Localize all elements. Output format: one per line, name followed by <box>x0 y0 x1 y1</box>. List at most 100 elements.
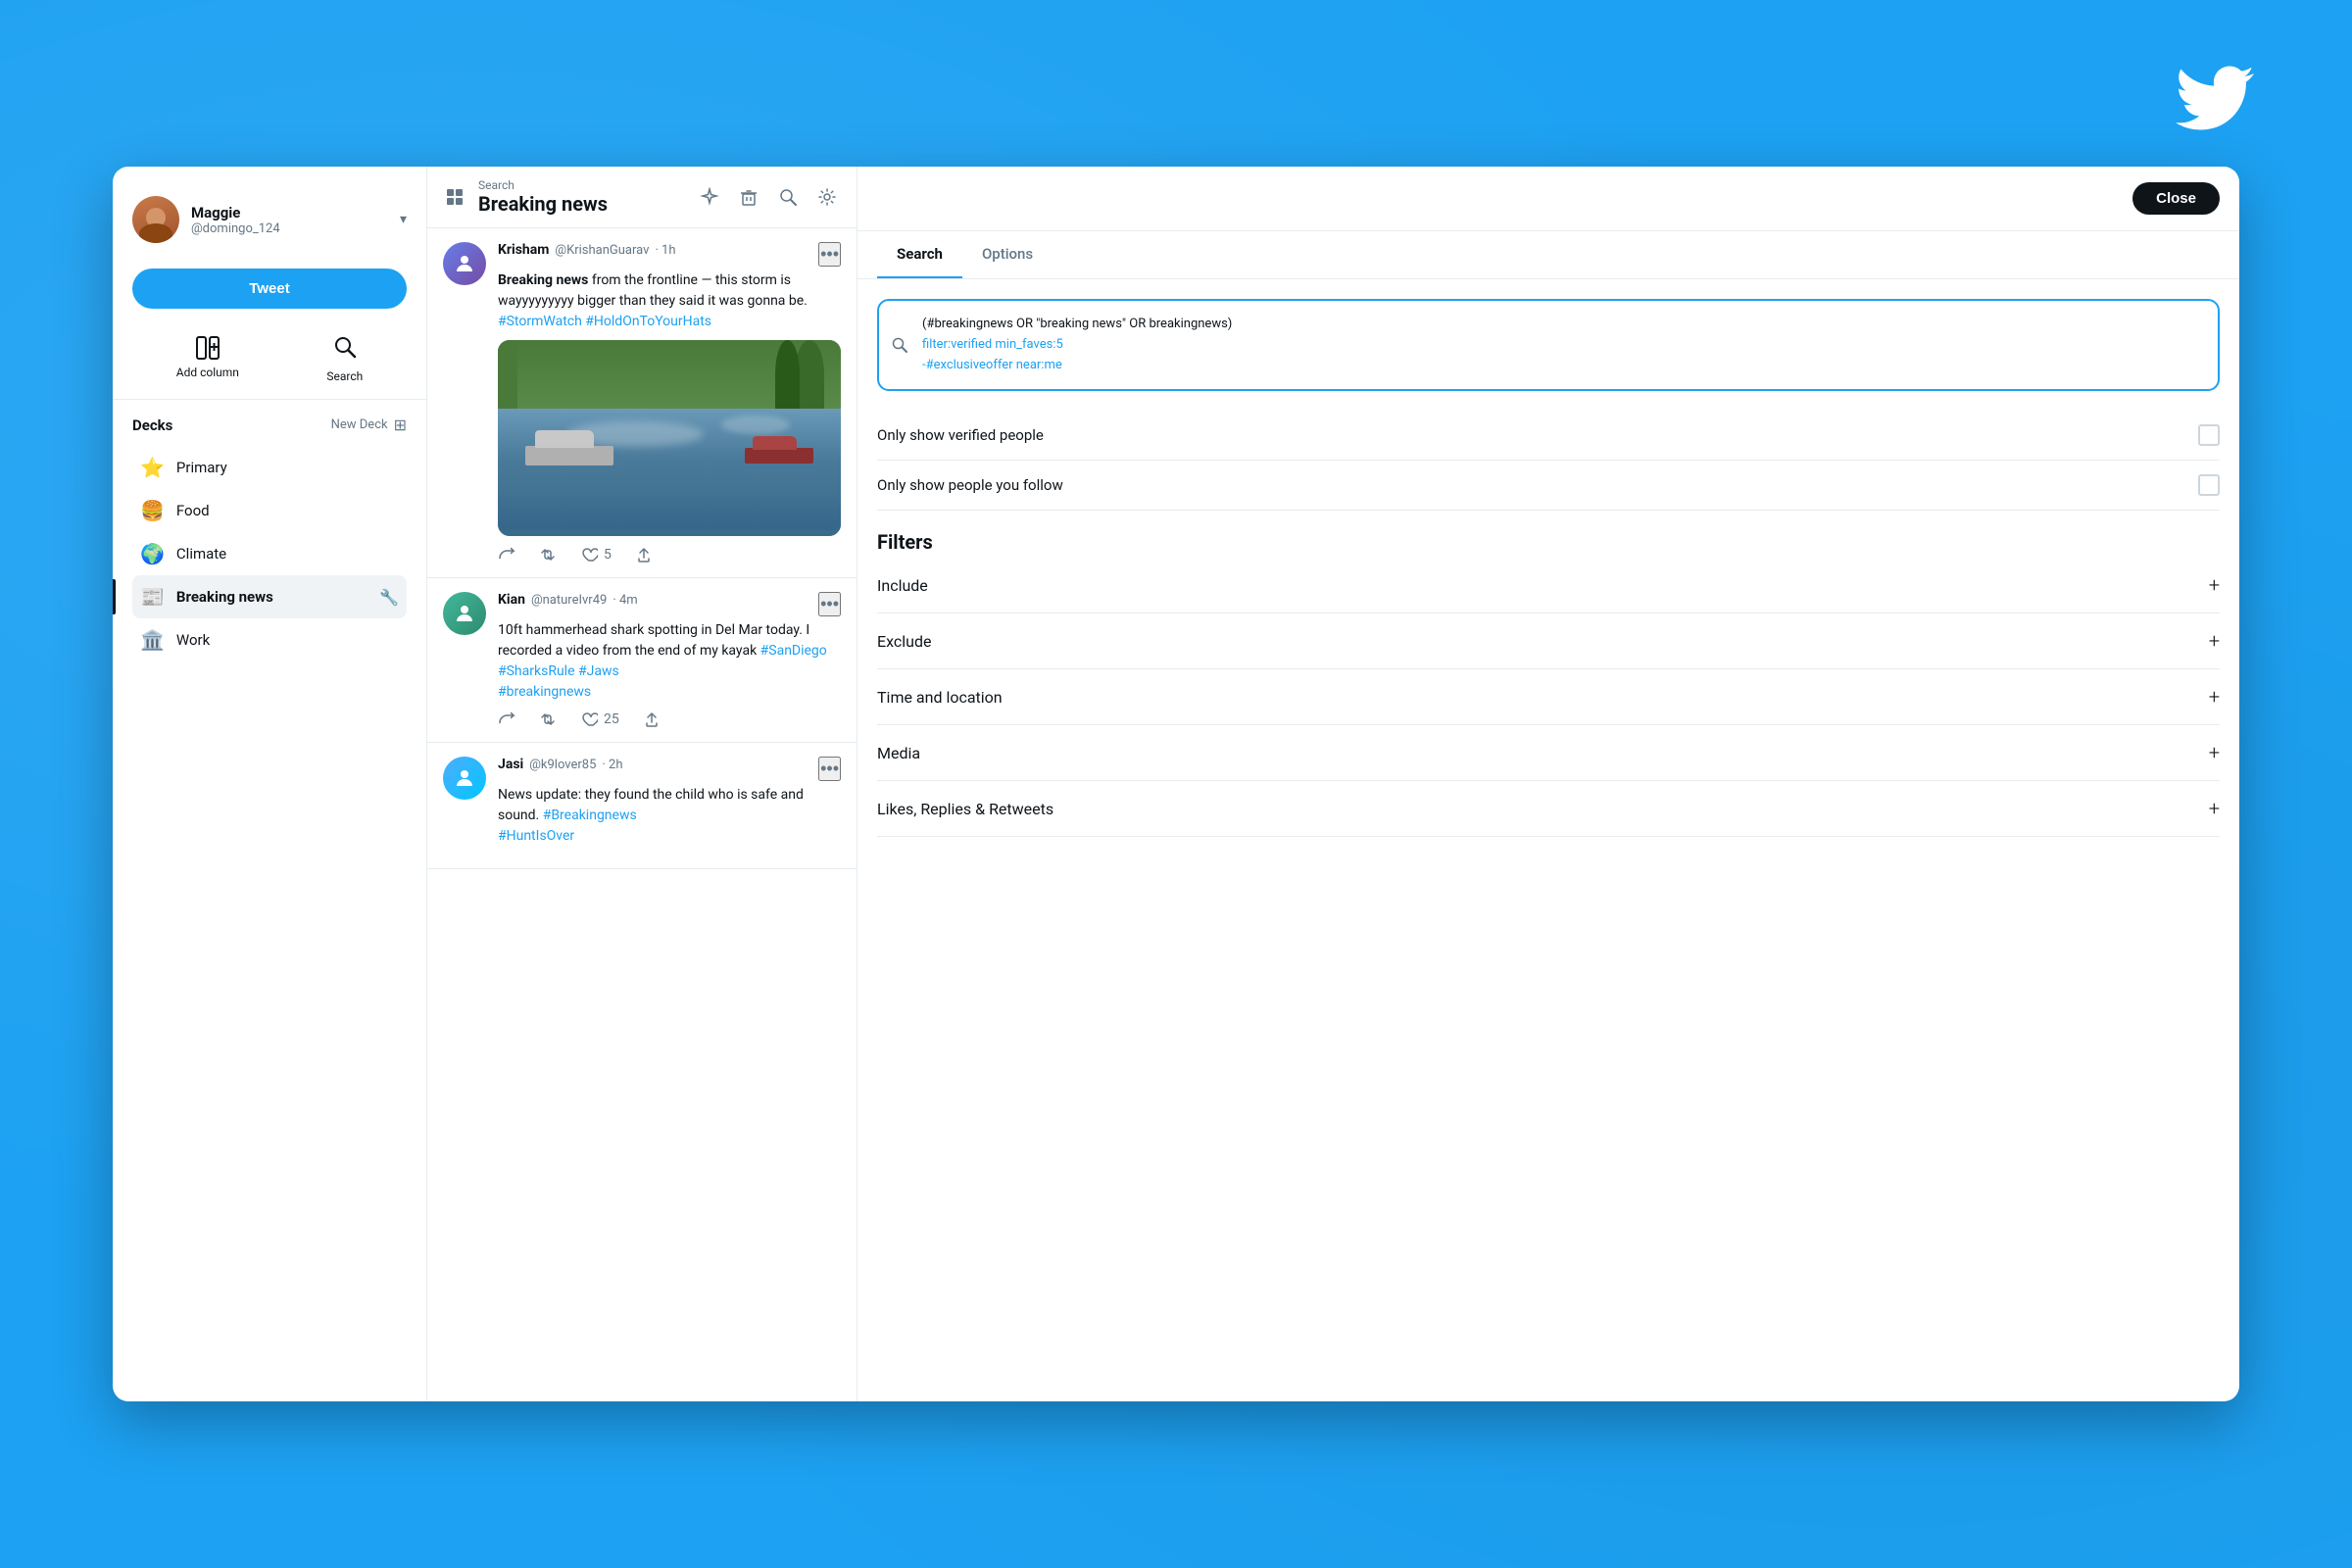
column-header-actions <box>696 183 841 211</box>
tweet-item: Krisham @KrishanGuarav · 1h ••• Breaking… <box>427 228 857 578</box>
filter-likes-replies-row[interactable]: Likes, Replies & Retweets + <box>877 781 2220 837</box>
tweet-user-info: Krisham @KrishanGuarav · 1h <box>498 242 676 258</box>
sidebar-item-work[interactable]: 🏛️ Work <box>132 618 407 662</box>
tweet-more-button[interactable]: ••• <box>818 592 841 616</box>
sparkle-button[interactable] <box>696 183 723 211</box>
reply-button[interactable] <box>498 546 515 564</box>
tweet-avatar <box>443 242 486 285</box>
search-box-wrapper: (#breakingnews OR "breaking news" OR bre… <box>877 299 2220 391</box>
settings-button[interactable] <box>813 183 841 211</box>
search-label: Search <box>326 369 363 383</box>
toggle-verified-label: Only show verified people <box>877 426 1044 444</box>
search-icon <box>332 334 358 360</box>
tweet-item: Jasi @k9lover85 · 2h ••• News update: th… <box>427 743 857 869</box>
new-deck-button[interactable]: New Deck ⊞ <box>331 416 407 434</box>
deck-work-label: Work <box>176 631 210 649</box>
toggle-verified-checkbox[interactable] <box>2198 424 2220 446</box>
filter-time-location-label: Time and location <box>877 688 1003 707</box>
delete-button[interactable] <box>735 183 762 211</box>
share-icon <box>643 710 661 728</box>
search-column-icon <box>778 187 798 207</box>
tweet-text: Breaking news from the frontline — this … <box>498 270 841 332</box>
hashtag-breakingnews2[interactable]: #breakingnews <box>498 684 591 700</box>
hashtag-huntisover[interactable]: #HuntIsOver <box>498 828 574 844</box>
breaking-news-icon: 📰 <box>140 585 165 609</box>
decks-title: Decks <box>132 416 172 434</box>
search-query-blue1: filter:verified min_faves:5 <box>922 337 1063 352</box>
filter-include-row[interactable]: Include + <box>877 558 2220 613</box>
tweet-content: Jasi @k9lover85 · 2h ••• News update: th… <box>498 757 841 855</box>
hashtag-sharksrule[interactable]: #SharksRule <box>498 663 575 679</box>
sidebar-item-primary[interactable]: ⭐ Primary <box>132 446 407 489</box>
tweet-more-button[interactable]: ••• <box>818 757 841 781</box>
user-profile[interactable]: Maggie @domingo_124 ▾ <box>113 186 426 253</box>
filter-include-label: Include <box>877 576 928 595</box>
like-icon <box>580 710 598 728</box>
tab-options[interactable]: Options <box>962 231 1053 278</box>
tweet-button[interactable]: Tweet <box>132 269 407 309</box>
retweet-button[interactable] <box>539 546 557 564</box>
filter-time-location-plus: + <box>2209 685 2220 709</box>
new-deck-label: New Deck <box>331 417 388 432</box>
hashtag-jaws[interactable]: #Jaws <box>578 663 619 679</box>
avatar <box>132 196 179 243</box>
decks-section: Decks New Deck ⊞ ⭐ Primary 🍔 Food <box>113 400 426 1382</box>
search-column-button[interactable] <box>774 183 802 211</box>
tweets-feed: Krisham @KrishanGuarav · 1h ••• Breaking… <box>427 228 857 1401</box>
toggle-follow-checkbox[interactable] <box>2198 474 2220 496</box>
filter-media-row[interactable]: Media + <box>877 725 2220 781</box>
hashtag-holdonyourhats[interactable]: #HoldOnToYourHats <box>585 314 711 329</box>
hashtag-breakingnews3[interactable]: #Breakingnews <box>543 808 637 823</box>
tweet-time: · 4m <box>612 593 637 608</box>
deck-breaking-label: Breaking news <box>176 588 273 606</box>
tab-search[interactable]: Search <box>877 231 962 278</box>
filters-section: Filters Include + Exclude + Time and loc… <box>877 530 2220 837</box>
climate-icon: 🌍 <box>140 542 165 565</box>
reply-icon <box>498 546 515 564</box>
retweet-button[interactable] <box>539 710 557 728</box>
tweet-text: 10ft hammerhead shark spotting in Del Ma… <box>498 620 841 703</box>
chevron-down-icon: ▾ <box>400 212 407 227</box>
like-button[interactable]: 25 <box>580 710 619 728</box>
sidebar-item-climate[interactable]: 🌍 Climate <box>132 532 407 575</box>
sidebar-item-food[interactable]: 🍔 Food <box>132 489 407 532</box>
tweet-item: Kian @natureIvr49 · 4m ••• 10ft hammerhe… <box>427 578 857 743</box>
hashtag-stormwatch[interactable]: #StormWatch <box>498 314 582 329</box>
tweet-actions: 5 <box>498 546 841 564</box>
reply-button[interactable] <box>498 710 515 728</box>
filter-media-plus: + <box>2209 741 2220 764</box>
tweet-image <box>498 340 841 536</box>
add-column-action[interactable]: Add column <box>176 334 239 383</box>
sidebar: Maggie @domingo_124 ▾ Tweet Add column <box>113 167 426 1401</box>
search-query-blue2: -#exclusiveoffer near:me <box>922 358 1062 372</box>
sidebar-item-breaking-news[interactable]: 📰 Breaking news 🔧 <box>132 575 407 618</box>
tweet-more-button[interactable]: ••• <box>818 242 841 267</box>
column-header: Search Breaking news <box>427 167 857 228</box>
share-icon <box>635 546 653 564</box>
close-button[interactable]: Close <box>2132 182 2220 215</box>
tweet-handle: @k9lover85 <box>529 758 596 772</box>
sidebar-actions: Add column Search <box>113 324 426 400</box>
add-column-label: Add column <box>176 366 239 379</box>
filter-time-location-row[interactable]: Time and location + <box>877 669 2220 725</box>
share-button[interactable] <box>635 546 653 564</box>
search-query-input[interactable]: (#breakingnews OR "breaking news" OR bre… <box>877 299 2220 391</box>
wrench-icon[interactable]: 🔧 <box>379 588 399 607</box>
star-icon: ⭐ <box>140 456 165 479</box>
filter-exclude-row[interactable]: Exclude + <box>877 613 2220 669</box>
filter-include-plus: + <box>2209 573 2220 597</box>
right-panel-header: Close <box>858 167 2239 231</box>
like-button[interactable]: 5 <box>580 546 612 564</box>
share-button[interactable] <box>643 710 661 728</box>
hashtag-sandiego[interactable]: #SanDiego <box>760 643 827 659</box>
user-name: Maggie <box>191 204 388 221</box>
filters-title: Filters <box>877 530 2220 554</box>
deck-primary-label: Primary <box>176 459 227 476</box>
deck-climate-label: Climate <box>176 545 226 563</box>
grid-menu-button[interactable] <box>443 185 466 209</box>
tweet-content: Kian @natureIvr49 · 4m ••• 10ft hammerhe… <box>498 592 841 728</box>
search-action[interactable]: Search <box>326 334 363 383</box>
tweet-actions: 25 <box>498 710 841 728</box>
deck-work-wrapper: 🏛️ Work <box>132 618 407 662</box>
decks-header: Decks New Deck ⊞ <box>132 416 407 434</box>
